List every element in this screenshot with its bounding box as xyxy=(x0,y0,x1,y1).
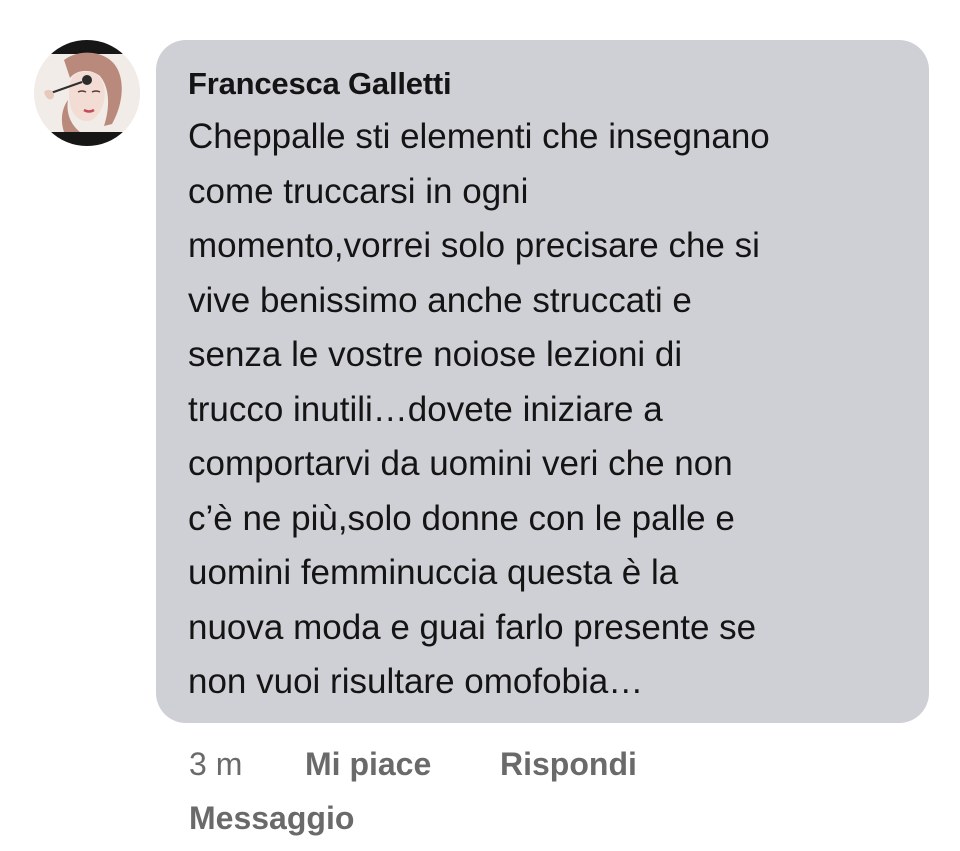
avatar[interactable] xyxy=(34,40,140,146)
profile-picture-icon xyxy=(34,40,140,146)
comment-author-name[interactable]: Francesca Galletti xyxy=(188,64,899,104)
message-button[interactable]: Messaggio xyxy=(189,796,354,840)
comment-timestamp[interactable]: 3 m xyxy=(189,742,242,786)
like-button[interactable]: Mi piace xyxy=(305,742,431,786)
comment-text: Cheppalle sti elementi che insegnano com… xyxy=(188,117,770,701)
reply-button[interactable]: Rispondi xyxy=(500,742,637,786)
comment-bubble[interactable]: Francesca Galletti Cheppalle sti element… xyxy=(156,40,929,723)
